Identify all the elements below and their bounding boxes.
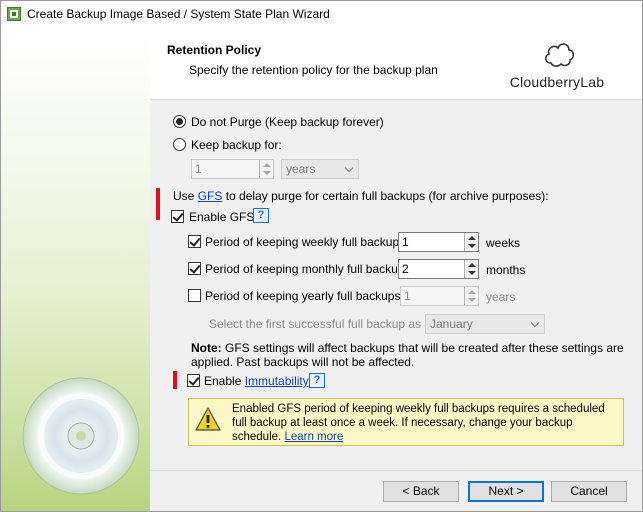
enable-gfs-checkbox[interactable]	[171, 210, 184, 223]
monthly-label[interactable]: Period of keeping monthly full backups:	[205, 262, 414, 276]
weekly-label[interactable]: Period of keeping weekly full backups:	[205, 235, 408, 249]
back-button[interactable]: < Back	[383, 481, 459, 502]
gfs-red-marker	[156, 188, 160, 220]
monthly-unit: months	[486, 263, 526, 277]
enable-immutability-checkbox[interactable]	[187, 374, 200, 387]
wizard-sidebar	[1, 28, 150, 511]
keep-backup-unit-select[interactable]: years	[281, 159, 359, 179]
title-bar: Create Backup Image Based / System State…	[1, 1, 642, 28]
page-subtitle: Specify the retention policy for the bac…	[189, 63, 438, 77]
weekly-checkbox[interactable]	[188, 235, 201, 248]
yearly-stepper[interactable]: 1	[400, 286, 479, 306]
gfs-intro-prefix: Use	[173, 189, 195, 203]
gfs-warning-box: Enabled GFS period of keeping weekly ful…	[188, 398, 624, 446]
gfs-note: Note: GFS settings will affect backups t…	[191, 341, 631, 369]
learn-more-link[interactable]: Learn more	[284, 431, 343, 443]
first-backup-label: Select the first successful full backup …	[209, 317, 438, 331]
chevron-down-icon	[344, 163, 354, 173]
next-button[interactable]: Next >	[468, 481, 544, 502]
keep-backup-value: 1	[195, 162, 202, 176]
cloudberry-logo: CloudberryLab	[507, 37, 607, 93]
immutability-red-marker	[173, 371, 177, 389]
retention-settings: Do not Purge (Keep backup forever) Keep …	[150, 100, 642, 470]
window-title: Create Backup Image Based / System State…	[27, 7, 330, 21]
gfs-link[interactable]: GFS	[198, 189, 223, 203]
immutability-link[interactable]: Immutability	[245, 374, 309, 388]
do-not-purge-label[interactable]: Do not Purge (Keep backup forever)	[191, 115, 384, 129]
app-icon	[7, 7, 21, 21]
yearly-value: 1	[404, 289, 411, 303]
monthly-spin-buttons[interactable]	[464, 260, 478, 278]
help-icon[interactable]: ?	[309, 373, 325, 388]
monthly-stepper[interactable]: 2	[398, 259, 479, 279]
chevron-down-icon	[530, 318, 540, 328]
immutability-prefix: Enable	[204, 374, 242, 388]
keep-backup-value-stepper[interactable]: 1	[191, 159, 274, 179]
immutability-label[interactable]: Enable Immutability	[204, 374, 309, 388]
cloud-logo-icon	[545, 43, 575, 67]
note-text: GFS settings will affect backups that wi…	[191, 341, 624, 369]
cd-disc-icon	[22, 377, 140, 495]
yearly-unit: years	[486, 290, 516, 304]
wizard-window: Create Backup Image Based / System State…	[0, 0, 643, 512]
weekly-spin-buttons[interactable]	[464, 233, 478, 251]
warning-icon	[195, 407, 221, 431]
enable-gfs-label[interactable]: Enable GFS	[189, 210, 254, 224]
first-backup-month-select[interactable]: January	[425, 314, 545, 334]
keep-backup-unit: years	[286, 162, 316, 176]
note-label: Note:	[191, 341, 222, 355]
do-not-purge-radio[interactable]	[173, 115, 186, 128]
monthly-value: 2	[402, 262, 409, 276]
wizard-footer: < Back Next > Cancel	[150, 470, 642, 511]
gfs-intro-suffix: to delay purge for certain full backups …	[225, 189, 549, 203]
yearly-label[interactable]: Period of keeping yearly full backups:	[205, 289, 404, 303]
weekly-unit: weeks	[486, 236, 521, 250]
monthly-checkbox[interactable]	[188, 262, 201, 275]
logo-text: CloudberryLab	[509, 74, 605, 90]
first-backup-month: January	[430, 317, 473, 331]
keep-backup-radio[interactable]	[173, 138, 186, 151]
weekly-stepper[interactable]: 1	[398, 232, 479, 252]
help-icon[interactable]: ?	[253, 208, 269, 223]
yearly-checkbox[interactable]	[188, 289, 201, 302]
wizard-header: Retention Policy Specify the retention p…	[150, 28, 642, 100]
keep-backup-spin-buttons[interactable]	[259, 160, 273, 178]
yearly-spin-buttons[interactable]	[464, 287, 478, 305]
gfs-intro: Use GFS to delay purge for certain full …	[173, 189, 549, 203]
cancel-button[interactable]: Cancel	[551, 481, 627, 502]
weekly-value: 1	[402, 235, 409, 249]
keep-backup-label[interactable]: Keep backup for:	[191, 138, 282, 152]
page-title: Retention Policy	[167, 43, 262, 57]
warning-message: Enabled GFS period of keeping weekly ful…	[232, 402, 620, 444]
